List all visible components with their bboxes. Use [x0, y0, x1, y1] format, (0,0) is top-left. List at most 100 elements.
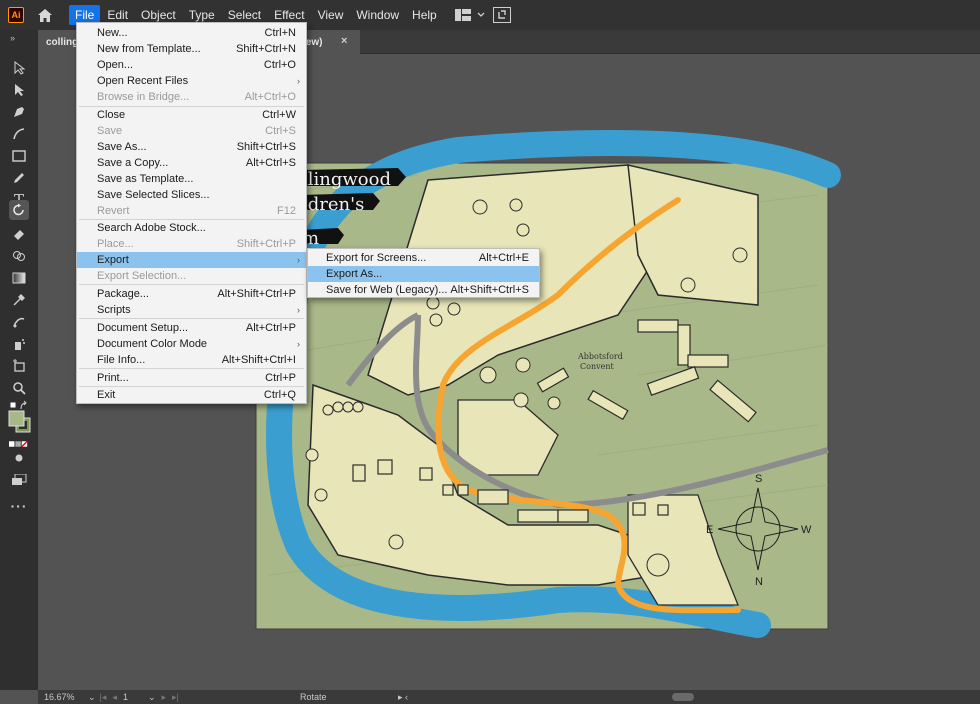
- fill-stroke-swatch[interactable]: [8, 410, 32, 434]
- rotate-tool[interactable]: [9, 200, 29, 220]
- pen-icon: [14, 107, 24, 117]
- collapse-toolbar-icon[interactable]: »: [10, 33, 15, 43]
- prev-artboard-icon[interactable]: ◂: [112, 692, 117, 703]
- menu-item-new[interactable]: New... Ctrl+N: [77, 25, 306, 41]
- curvature-icon: [13, 128, 25, 140]
- menu-item-search-stock[interactable]: Search Adobe Stock...: [77, 220, 306, 236]
- gradient-tool[interactable]: [9, 268, 29, 288]
- tab-title: colling: [46, 36, 79, 48]
- pencil-tool[interactable]: [9, 168, 29, 188]
- artboard-navigator: |◂ ◂ 1 ⌄ ▸ ▸|: [100, 692, 179, 703]
- menu-item-save: Save Ctrl+S: [97, 125, 296, 137]
- arrange-documents-button[interactable]: [492, 7, 511, 23]
- home-button[interactable]: [34, 4, 56, 26]
- menu-separator: [79, 284, 304, 285]
- horizontal-scrollbar[interactable]: [672, 693, 694, 701]
- more-icon: ···: [10, 498, 28, 514]
- next-artboard-icon[interactable]: ▸: [162, 692, 167, 703]
- menu-item-place: Place... Shift+Ctrl+P: [97, 238, 296, 250]
- menu-item-export-selection: Export Selection...: [97, 270, 187, 282]
- menu-item-open[interactable]: Open... Ctrl+O: [77, 57, 306, 73]
- edit-toolbar-button[interactable]: ···: [9, 496, 29, 516]
- status-arrow-icon[interactable]: ▸ ‹: [398, 692, 408, 703]
- menu-item-open-recent[interactable]: Open Recent Files ›: [77, 73, 306, 89]
- blend-icon: [13, 317, 25, 328]
- compass-s: S: [755, 473, 762, 485]
- submenu-item-export-as[interactable]: Export As...: [308, 266, 539, 282]
- illustrator-window: Ai File Edit Object Type Select Effect V…: [0, 0, 980, 704]
- eraser-tool[interactable]: [9, 224, 29, 244]
- screen-mode-button[interactable]: [9, 470, 29, 490]
- menu-item-close[interactable]: Close Ctrl+W: [77, 107, 306, 123]
- pen-tool[interactable]: [9, 102, 29, 122]
- zoom-tool[interactable]: [9, 378, 29, 398]
- menu-separator: [79, 318, 304, 319]
- shape-builder-icon: [13, 251, 25, 261]
- direct-selection-tool[interactable]: [9, 80, 29, 100]
- file-menu-dropdown: New... Ctrl+N New from Template... Shift+C…: [76, 22, 307, 404]
- zoom-icon: [13, 382, 26, 395]
- compass-e: E: [706, 524, 713, 536]
- submenu-arrow-icon: ›: [297, 305, 300, 315]
- submenu-item-export-screens[interactable]: Export for Screens... Alt+Ctrl+E: [308, 250, 539, 266]
- menu-item-export[interactable]: Export ›: [77, 252, 306, 268]
- pencil-icon: [14, 173, 24, 183]
- arrow-outline-icon: [14, 61, 25, 75]
- menu-item-browse-bridge: Browse in Bridge... Alt+Ctrl+O: [97, 91, 296, 103]
- menu-item-save-copy[interactable]: Save a Copy... Alt+Ctrl+S: [77, 155, 306, 171]
- artboard-number[interactable]: 1: [123, 692, 128, 702]
- menu-item-exit[interactable]: Exit Ctrl+Q: [77, 387, 306, 403]
- blend-tool[interactable]: [9, 312, 29, 332]
- menu-item-save-template[interactable]: Save as Template...: [77, 171, 306, 187]
- artboard-dropdown-icon[interactable]: ⌄: [148, 692, 156, 703]
- rectangle-icon: [12, 150, 26, 162]
- title-line-1: llingwood: [302, 169, 391, 190]
- menu-item-revert: Revert F12: [97, 205, 296, 217]
- curvature-tool[interactable]: [9, 124, 29, 144]
- color-none-icon: [9, 440, 28, 448]
- status-bar: 16.67% ⌄ |◂ ◂ 1 ⌄ ▸ ▸| Rotate ▸ ‹: [38, 690, 980, 704]
- close-tab-icon[interactable]: ×: [341, 35, 347, 47]
- menu-item-document-color-mode[interactable]: Document Color Mode ›: [77, 336, 306, 352]
- submenu-arrow-icon: ›: [297, 255, 300, 265]
- menu-item-print[interactable]: Print... Ctrl+P: [77, 370, 306, 386]
- menu-item-new-from-template[interactable]: New from Template... Shift+Ctrl+N: [77, 41, 306, 57]
- workspace-icon: [454, 9, 471, 21]
- selection-tool[interactable]: [9, 58, 29, 78]
- zoom-dropdown-icon[interactable]: ⌄: [88, 692, 96, 703]
- menu-item-package[interactable]: Package... Alt+Shift+Ctrl+P: [77, 286, 306, 302]
- compass-n: N: [755, 576, 763, 588]
- menu-item-document-setup[interactable]: Document Setup... Alt+Ctrl+P: [77, 320, 306, 336]
- title-line-2: ldren's: [302, 194, 364, 215]
- menu-item-save-slices[interactable]: Save Selected Slices...: [77, 187, 306, 203]
- symbol-sprayer-tool[interactable]: [9, 334, 29, 354]
- rectangle-tool[interactable]: [9, 146, 29, 166]
- convent-label-2: Convent: [580, 362, 614, 371]
- menu-view[interactable]: View: [312, 5, 350, 25]
- symbol-sprayer-icon: [15, 339, 25, 350]
- menu-item-file-info[interactable]: File Info... Alt+Shift+Ctrl+I: [77, 352, 306, 368]
- compass-w: W: [801, 524, 812, 536]
- home-icon: [38, 8, 52, 22]
- screen-mode-icon: [12, 474, 27, 485]
- menu-item-save-as[interactable]: Save As... Shift+Ctrl+S: [77, 139, 306, 155]
- workspace-switcher[interactable]: [454, 9, 485, 21]
- submenu-item-save-for-web[interactable]: Save for Web (Legacy)... Alt+Shift+Ctrl+S: [308, 282, 539, 298]
- artboard-icon: [13, 359, 25, 372]
- eyedropper-tool[interactable]: [9, 290, 29, 310]
- eraser-icon: [14, 230, 24, 240]
- shape-builder-tool[interactable]: [9, 246, 29, 266]
- artboard-tool[interactable]: [9, 356, 29, 376]
- last-artboard-icon[interactable]: ▸|: [172, 692, 179, 703]
- tools-panel: » T ···: [0, 30, 38, 690]
- menu-help[interactable]: Help: [406, 5, 443, 25]
- menu-window[interactable]: Window: [350, 5, 405, 25]
- draw-mode-icon: [15, 454, 23, 462]
- submenu-arrow-icon: ›: [297, 76, 300, 86]
- draw-mode-button[interactable]: [9, 448, 29, 468]
- menu-item-scripts[interactable]: Scripts ›: [77, 302, 306, 318]
- convent-label-1: Abbotsford: [577, 352, 623, 361]
- app-logo: Ai: [8, 7, 24, 23]
- first-artboard-icon[interactable]: |◂: [100, 692, 107, 703]
- zoom-level[interactable]: 16.67%: [44, 692, 88, 702]
